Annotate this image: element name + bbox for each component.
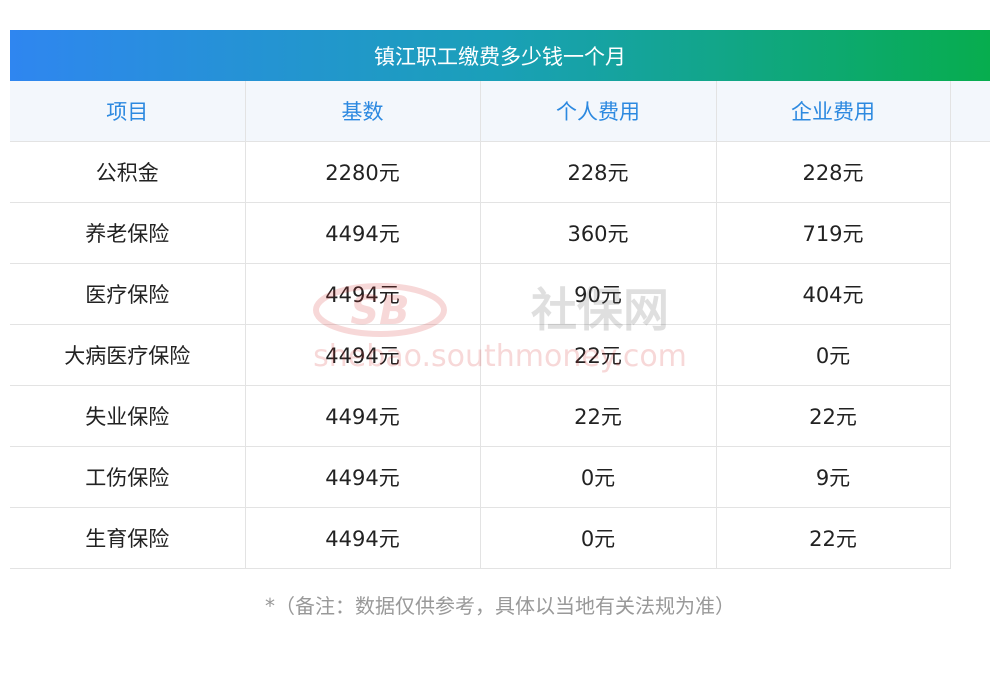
cell-base: 4494元 xyxy=(244,324,481,386)
cell-personal: 90元 xyxy=(479,263,717,325)
table-row: 失业保险 4494元 22元 22元 xyxy=(10,385,990,447)
row-spacer xyxy=(950,324,990,386)
cell-base: 4494元 xyxy=(244,446,481,508)
header-item: 项目 xyxy=(10,81,246,142)
cell-personal: 360元 xyxy=(479,202,717,264)
header-enterprise: 企业费用 xyxy=(715,81,951,142)
cell-personal: 22元 xyxy=(479,385,717,447)
table-row: 医疗保险 4494元 90元 404元 xyxy=(10,263,990,325)
cell-base: 2280元 xyxy=(244,141,481,203)
cell-base: 4494元 xyxy=(244,507,481,569)
table-row: 养老保险 4494元 360元 719元 xyxy=(10,202,990,264)
cell-item: 养老保险 xyxy=(10,202,246,264)
table-title: 镇江职工缴费多少钱一个月 xyxy=(10,30,990,81)
table-row: 生育保险 4494元 0元 22元 xyxy=(10,507,990,569)
table-header-row: 项目 基数 个人费用 企业费用 xyxy=(10,81,990,142)
cell-enterprise: 22元 xyxy=(715,385,951,447)
cell-item: 生育保险 xyxy=(10,507,246,569)
cell-personal: 0元 xyxy=(479,446,717,508)
row-spacer xyxy=(950,507,990,569)
cell-enterprise: 404元 xyxy=(715,263,951,325)
cell-item: 医疗保险 xyxy=(10,263,246,325)
row-spacer xyxy=(950,202,990,264)
fee-table: 项目 基数 个人费用 企业费用 公积金 2280元 228元 228元 养老保险… xyxy=(10,81,990,569)
header-base: 基数 xyxy=(244,81,481,142)
cell-base: 4494元 xyxy=(244,263,481,325)
row-spacer xyxy=(950,141,990,203)
cell-base: 4494元 xyxy=(244,202,481,264)
table-row: 大病医疗保险 4494元 22元 0元 xyxy=(10,324,990,386)
cell-personal: 22元 xyxy=(479,324,717,386)
header-spacer xyxy=(949,81,990,142)
cell-base: 4494元 xyxy=(244,385,481,447)
cell-personal: 0元 xyxy=(479,507,717,569)
row-spacer xyxy=(950,446,990,508)
cell-enterprise: 228元 xyxy=(715,141,951,203)
table-row: 工伤保险 4494元 0元 9元 xyxy=(10,446,990,508)
cell-enterprise: 22元 xyxy=(715,507,951,569)
cell-item: 工伤保险 xyxy=(10,446,246,508)
footnote: *（备注：数据仅供参考，具体以当地有关法规为准） xyxy=(265,594,735,618)
row-spacer xyxy=(950,385,990,447)
header-personal: 个人费用 xyxy=(479,81,717,142)
cell-personal: 228元 xyxy=(479,141,717,203)
cell-item: 大病医疗保险 xyxy=(10,324,246,386)
cell-item: 公积金 xyxy=(10,141,246,203)
row-spacer xyxy=(950,263,990,325)
cell-enterprise: 9元 xyxy=(715,446,951,508)
cell-enterprise: 719元 xyxy=(715,202,951,264)
cell-enterprise: 0元 xyxy=(715,324,951,386)
cell-item: 失业保险 xyxy=(10,385,246,447)
table-row: 公积金 2280元 228元 228元 xyxy=(10,141,990,203)
